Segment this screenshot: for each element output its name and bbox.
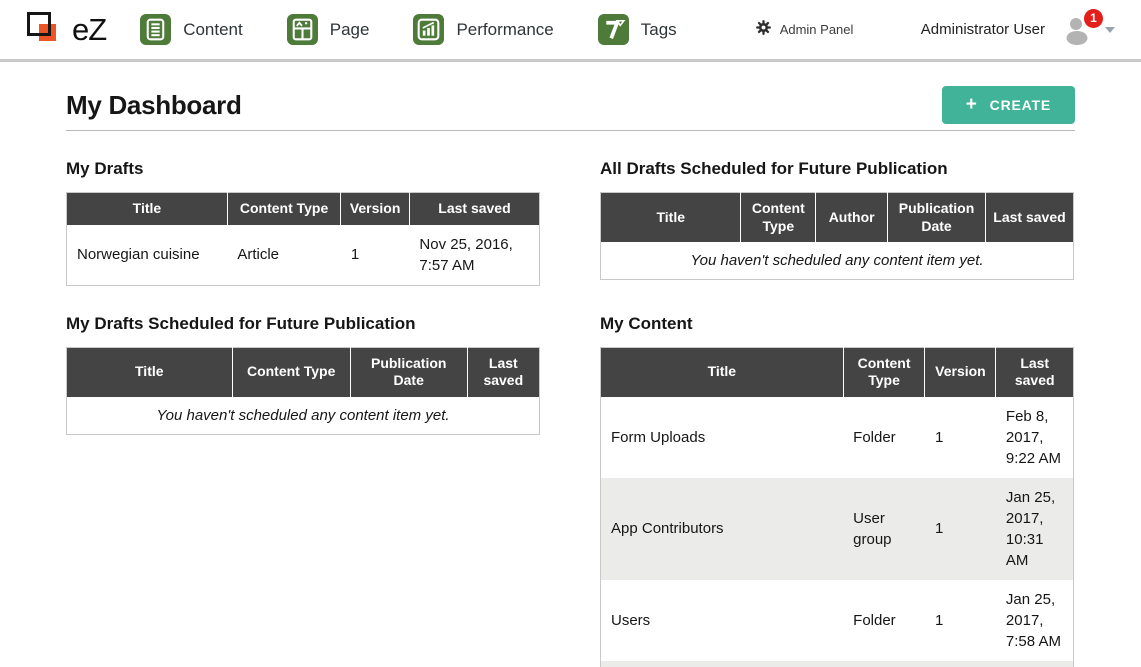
column-header: Content Type — [232, 347, 350, 397]
section-title: My Drafts Scheduled for Future Publicati… — [66, 314, 540, 334]
cell-title: App — [601, 661, 844, 667]
tags-icon — [598, 14, 629, 45]
section-my-drafts: My Drafts Title Content Type Version Las… — [66, 159, 540, 286]
all-drafts-scheduled-table: Title Content Type Author Publication Da… — [600, 192, 1074, 280]
column-header: Title — [601, 347, 844, 397]
nav-item-label: Content — [183, 20, 243, 40]
cell-version: 1 — [341, 225, 410, 286]
cell-content-type: Folder — [843, 661, 925, 667]
cell-last-saved: Jan 25, 2017, 7:58 AM — [996, 580, 1074, 661]
cell-version: 1 — [925, 661, 996, 667]
cell-content-type: User group — [843, 478, 925, 580]
content-icon — [140, 14, 171, 45]
page-icon — [287, 14, 318, 45]
cell-last-saved: Jan 25, 2017, 7:55 AM — [996, 661, 1074, 667]
column-header: Title — [67, 193, 228, 225]
table-row[interactable]: Norwegian cuisine Article 1 Nov 25, 2016… — [67, 225, 540, 286]
section-title: All Drafts Scheduled for Future Publicat… — [600, 159, 1074, 179]
column-header: Last saved — [409, 193, 539, 225]
table-row[interactable]: App Folder 1 Jan 25, 2017, 7:55 AM — [601, 661, 1074, 667]
section-my-drafts-scheduled: My Drafts Scheduled for Future Publicati… — [66, 314, 540, 435]
section-my-content: My Content Title Content Type Version La… — [600, 314, 1074, 667]
logo-black-square — [27, 12, 51, 36]
empty-message: You haven't scheduled any content item y… — [67, 397, 540, 435]
my-drafts-table: Title Content Type Version Last saved No… — [66, 192, 540, 286]
cell-last-saved: Feb 8, 2017, 9:22 AM — [996, 397, 1074, 478]
cell-version: 1 — [925, 580, 996, 661]
cell-version: 1 — [925, 478, 996, 580]
empty-state-row: You haven't scheduled any content item y… — [601, 242, 1074, 280]
my-drafts-scheduled-table: Title Content Type Publication Date Last… — [66, 347, 540, 435]
cell-version: 1 — [925, 397, 996, 478]
column-header: Content Type — [227, 193, 341, 225]
cell-title: App Contributors — [601, 478, 844, 580]
user-name: Administrator User — [921, 21, 1045, 38]
column-header: Version — [925, 347, 996, 397]
empty-message: You haven't scheduled any content item y… — [601, 242, 1074, 280]
performance-icon — [413, 14, 444, 45]
top-navigation-bar: eZ Content Page — [0, 0, 1141, 62]
plus-icon: + — [966, 98, 978, 112]
page-title: My Dashboard — [66, 90, 242, 121]
admin-panel-button[interactable]: Admin Panel — [755, 19, 854, 41]
column-header: Publication Date — [350, 347, 467, 397]
cell-title: Form Uploads — [601, 397, 844, 478]
section-title: My Content — [600, 314, 1074, 334]
table-row[interactable]: App Contributors User group 1 Jan 25, 20… — [601, 478, 1074, 580]
nav-item-tags[interactable]: Tags — [598, 14, 677, 45]
my-content-table: Title Content Type Version Last saved Fo… — [600, 347, 1074, 667]
column-header: Last saved — [985, 193, 1073, 243]
cell-content-type: Article — [227, 225, 341, 286]
column-header: Title — [67, 347, 233, 397]
create-button[interactable]: + CREATE — [942, 86, 1075, 124]
section-title: My Drafts — [66, 159, 540, 179]
cell-last-saved: Nov 25, 2016, 7:57 AM — [409, 225, 539, 286]
avatar[interactable]: 1 — [1061, 14, 1095, 46]
dashboard-grid: My Drafts Title Content Type Version Las… — [66, 159, 1075, 667]
gear-icon — [755, 19, 772, 41]
cell-content-type: Folder — [843, 397, 925, 478]
cell-title: Users — [601, 580, 844, 661]
nav-item-page[interactable]: Page — [287, 14, 370, 45]
nav-item-label: Tags — [641, 20, 677, 40]
cell-title: Norwegian cuisine — [67, 225, 228, 286]
header-divider — [66, 130, 1075, 131]
table-row[interactable]: Form Uploads Folder 1 Feb 8, 2017, 9:22 … — [601, 397, 1074, 478]
empty-state-row: You haven't scheduled any content item y… — [67, 397, 540, 435]
table-row[interactable]: Users Folder 1 Jan 25, 2017, 7:58 AM — [601, 580, 1074, 661]
cell-last-saved: Jan 25, 2017, 10:31 AM — [996, 478, 1074, 580]
column-header: Last saved — [996, 347, 1074, 397]
column-header: Last saved — [467, 347, 539, 397]
ez-logo[interactable]: eZ — [26, 9, 106, 51]
dashboard-content: My Dashboard + CREATE My Drafts Title Co… — [0, 86, 1141, 667]
create-button-label: CREATE — [990, 97, 1051, 113]
nav-item-performance[interactable]: Performance — [413, 14, 553, 45]
page-header: My Dashboard + CREATE — [66, 86, 1075, 124]
notification-badge[interactable]: 1 — [1084, 9, 1103, 28]
column-header: Publication Date — [888, 193, 986, 243]
column-header: Version — [341, 193, 410, 225]
section-all-drafts-scheduled: All Drafts Scheduled for Future Publicat… — [600, 159, 1074, 280]
column-header: Title — [601, 193, 741, 243]
nav-item-content[interactable]: Content — [140, 14, 243, 45]
user-menu: Administrator User 1 — [921, 14, 1115, 46]
ez-logo-icon — [26, 9, 68, 51]
nav-item-label: Performance — [456, 20, 553, 40]
cell-content-type: Folder — [843, 580, 925, 661]
logo-text: eZ — [72, 12, 106, 48]
column-header: Author — [816, 193, 888, 243]
column-header: Content Type — [741, 193, 816, 243]
column-header: Content Type — [843, 347, 925, 397]
admin-panel-label: Admin Panel — [780, 22, 854, 37]
nav-item-label: Page — [330, 20, 370, 40]
chevron-down-icon[interactable] — [1105, 27, 1115, 33]
